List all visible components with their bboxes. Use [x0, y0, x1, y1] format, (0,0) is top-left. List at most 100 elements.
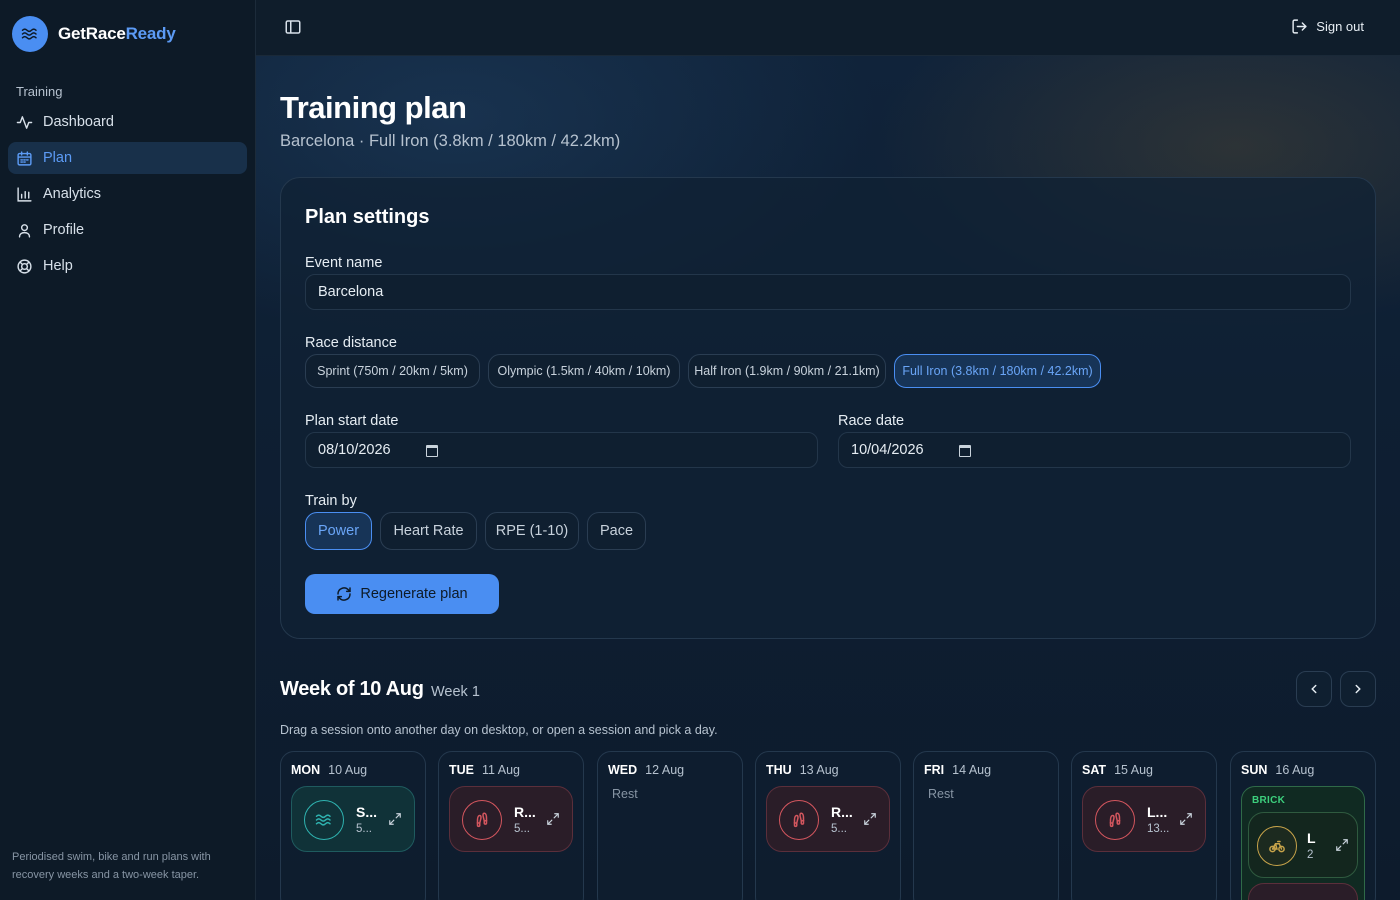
sidebar-toggle-button[interactable] — [284, 18, 304, 38]
train-by-pace[interactable]: Pace — [587, 512, 646, 550]
footprints-icon — [779, 800, 819, 840]
week-hint: Drag a session onto another day on deskt… — [280, 723, 718, 737]
log-out-icon — [1292, 19, 1307, 34]
brand-name-first: GetRace — [58, 24, 126, 43]
day-column-sat[interactable]: SAT 15 Aug L... 13... — [1071, 751, 1217, 900]
distance-option-olympic[interactable]: Olympic (1.5km / 40km / 10km) — [488, 354, 680, 388]
sidebar-item-label: Help — [43, 258, 73, 274]
sidebar-item-analytics[interactable]: Analytics — [8, 178, 247, 210]
day-column-tue[interactable]: TUE 11 Aug R... 5... — [438, 751, 584, 900]
day-name: THU — [766, 763, 792, 777]
day-name: TUE — [449, 763, 474, 777]
session-detail: 2 — [1307, 849, 1314, 861]
day-column-fri[interactable]: FRI 14 Aug Rest — [913, 751, 1059, 900]
plan-settings-card: Plan settings Event name Barcelona Race … — [280, 177, 1376, 639]
session-detail: 5... — [831, 823, 847, 835]
sidebar-item-plan[interactable]: Plan — [8, 142, 247, 174]
session-detail: 5... — [356, 823, 372, 835]
race-date-label: Race date — [838, 413, 905, 429]
day-name: WED — [608, 763, 638, 777]
calendar-picker-icon[interactable] — [959, 445, 971, 457]
session-title: L... — [1147, 804, 1168, 820]
regenerate-plan-button[interactable]: Regenerate plan — [305, 574, 499, 614]
day-column-sun[interactable]: SUN 16 Aug BRICK L 2 — [1230, 751, 1376, 900]
sign-out-label: Sign out — [1316, 19, 1364, 34]
rest-label: Rest — [928, 787, 954, 801]
distance-option-half-iron[interactable]: Half Iron (1.9km / 90km / 21.1km) — [688, 354, 886, 388]
distance-option-full-iron[interactable]: Full Iron (3.8km / 180km / 42.2km) — [894, 354, 1101, 388]
footprints-icon — [1095, 800, 1135, 840]
top-bar: Sign out — [256, 0, 1400, 56]
start-date-input[interactable]: 08/10/2026 — [305, 432, 818, 468]
event-name-label: Event name — [305, 255, 383, 271]
day-column-mon[interactable]: MON 10 Aug S... 5... — [280, 751, 426, 900]
sidebar-item-label: Profile — [43, 222, 85, 238]
session-card-bike[interactable]: L 2 — [1248, 812, 1358, 878]
sign-out-button[interactable]: Sign out — [1291, 18, 1364, 35]
day-column-thu[interactable]: THU 13 Aug R... 5... — [755, 751, 901, 900]
day-date: 15 Aug — [1114, 763, 1154, 777]
brick-group[interactable]: BRICK L 2 — [1241, 786, 1365, 900]
expand-icon[interactable] — [863, 812, 877, 826]
distance-option-sprint[interactable]: Sprint (750m / 20km / 5km) — [305, 354, 480, 388]
previous-week-button[interactable] — [1296, 671, 1332, 707]
session-card-run[interactable]: L... 13... — [1082, 786, 1206, 852]
session-title: R... — [831, 804, 853, 820]
user-icon — [18, 223, 31, 238]
day-date: 12 Aug — [645, 763, 685, 777]
session-title: S... — [356, 804, 378, 820]
day-column-wed[interactable]: WED 12 Aug Rest — [597, 751, 743, 900]
next-week-button[interactable] — [1340, 671, 1376, 707]
bar-chart-icon — [17, 186, 32, 202]
train-by-heart-rate[interactable]: Heart Rate — [380, 512, 477, 550]
session-detail: 5... — [514, 823, 530, 835]
day-name: MON — [291, 763, 321, 777]
refresh-icon — [337, 587, 352, 601]
session-card-swim[interactable]: S... 5... — [291, 786, 415, 852]
day-name: SUN — [1241, 763, 1268, 777]
chevron-left-icon — [1311, 684, 1317, 694]
day-date: 14 Aug — [952, 763, 992, 777]
rest-label: Rest — [612, 787, 638, 801]
race-date-value: 10/04/2026 — [851, 442, 924, 458]
brick-label: BRICK — [1252, 795, 1286, 806]
sidebar-item-dashboard[interactable]: Dashboard — [8, 106, 247, 138]
swim-icon — [304, 800, 344, 840]
session-title: L — [1307, 830, 1316, 846]
session-detail: 13... — [1147, 823, 1170, 835]
activity-icon — [16, 115, 33, 129]
train-by-power[interactable]: Power — [305, 512, 372, 550]
expand-icon[interactable] — [388, 812, 402, 826]
expand-icon[interactable] — [546, 812, 560, 826]
event-name-input[interactable]: Barcelona — [305, 274, 1351, 310]
page-title: Training plan — [280, 90, 467, 125]
sidebar-item-profile[interactable]: Profile — [8, 214, 247, 246]
week-title: Week of 10 Aug — [280, 678, 424, 700]
brand-name: GetRaceReady — [58, 24, 176, 44]
session-card-run[interactable]: R... 5... — [766, 786, 890, 852]
sidebar-footer: Periodised swim, bike and run plans with… — [12, 851, 211, 881]
nav-section-label: Training — [16, 84, 63, 99]
sidebar-item-help[interactable]: Help — [8, 250, 247, 282]
day-date: 13 Aug — [799, 763, 839, 777]
session-card-run[interactable] — [1248, 883, 1358, 900]
session-title: R... — [514, 804, 536, 820]
race-distance-label: Race distance — [305, 335, 397, 351]
session-card-run[interactable]: R... 5... — [449, 786, 573, 852]
calendar-picker-icon[interactable] — [426, 445, 438, 457]
start-date-value: 08/10/2026 — [318, 442, 391, 458]
train-by-label: Train by — [305, 493, 357, 509]
train-by-rpe[interactable]: RPE (1-10) — [485, 512, 579, 550]
calendar-icon — [17, 150, 32, 166]
day-date: 16 Aug — [1275, 763, 1315, 777]
waves-icon — [12, 16, 48, 52]
race-date-input[interactable]: 10/04/2026 — [838, 432, 1351, 468]
brand[interactable]: GetRaceReady — [12, 16, 176, 52]
expand-icon[interactable] — [1179, 812, 1193, 826]
start-date-label: Plan start date — [305, 413, 399, 429]
main-content: Training plan Barcelona · Full Iron (3.8… — [256, 56, 1400, 900]
week-number: Week 1 — [431, 684, 480, 700]
sidebar-nav: Dashboard Plan Analytics Profile Help — [8, 106, 247, 286]
sidebar: GetRaceReady Training Dashboard Plan Ana… — [0, 0, 256, 900]
expand-icon[interactable] — [1335, 838, 1349, 852]
